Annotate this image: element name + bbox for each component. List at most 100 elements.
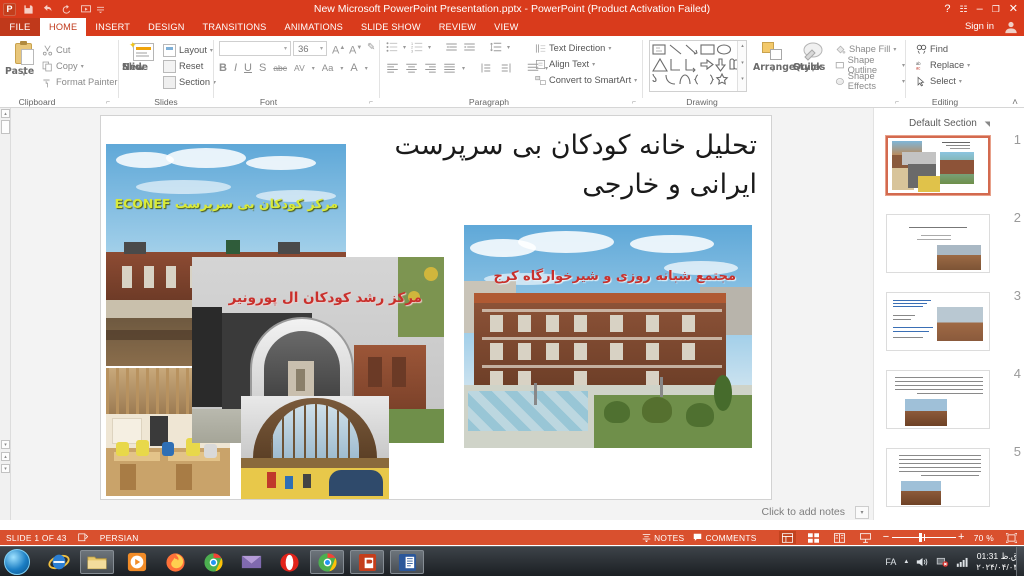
tab-design[interactable]: DESIGN <box>139 18 193 36</box>
decrease-indent-icon[interactable] <box>445 41 458 53</box>
strikethrough-button[interactable]: abc <box>273 63 287 73</box>
ribbon-display-options-button[interactable]: ☷ <box>960 0 968 18</box>
justify-icon[interactable] <box>443 62 456 74</box>
close-button[interactable]: ✕ <box>1009 0 1018 18</box>
change-case-arrow[interactable]: ▾ <box>340 65 343 72</box>
network-error-icon[interactable] <box>936 556 949 568</box>
zoom-level[interactable]: 70 % <box>974 533 994 543</box>
powerpoint-window-icon[interactable] <box>350 550 384 574</box>
zoom-in-button[interactable]: + <box>958 531 965 544</box>
zoom-slider[interactable]: − + <box>883 531 965 544</box>
language-bar[interactable]: FA <box>885 557 896 567</box>
slide-edit-area[interactable]: تحلیل خانه کودکان بی سرپرست ایرانی و خار… <box>11 108 873 520</box>
numbering-arrow[interactable]: ▾ <box>428 44 431 51</box>
shapes-gallery[interactable]: ▴ ▾ ▾ <box>649 40 747 92</box>
thumbnail-4[interactable]: 4 <box>874 366 1024 432</box>
slide-title-textbox[interactable]: تحلیل خانه کودکان بی سرپرست ایرانی و خار… <box>337 126 757 204</box>
word-window-icon[interactable] <box>390 550 424 574</box>
notes-button[interactable]: NOTES <box>642 533 684 543</box>
media-player-icon[interactable] <box>120 550 154 574</box>
align-center-icon[interactable] <box>405 62 418 74</box>
new-slide-button[interactable]: ✦ New Slide <box>122 41 162 73</box>
thumbnail-2[interactable]: 2 <box>874 210 1024 276</box>
select-arrow[interactable]: ▾ <box>959 78 962 85</box>
shapes-scroll-down-icon[interactable]: ▾ <box>738 58 747 75</box>
tab-transitions[interactable]: TRANSITIONS <box>194 18 276 36</box>
internet-explorer-icon[interactable] <box>42 550 76 574</box>
slideshow-view-button[interactable] <box>857 531 874 544</box>
bullets-icon[interactable] <box>386 41 398 53</box>
thumbnail-1-preview[interactable] <box>885 135 991 196</box>
shapes-more-icon[interactable]: ▾ <box>738 74 747 91</box>
thumbnail-3-preview[interactable] <box>886 292 990 351</box>
increase-indent-icon[interactable] <box>463 41 476 53</box>
decrease-font-size-button[interactable]: A▼ <box>349 41 362 58</box>
font-size-input[interactable]: 36 ▾ <box>293 41 327 56</box>
help-button[interactable]: ? <box>944 0 950 18</box>
reset-button[interactable]: Reset <box>163 58 216 74</box>
align-right-icon[interactable] <box>424 62 437 74</box>
cut-button[interactable]: Cut <box>42 42 117 58</box>
font-name-dropdown-arrow[interactable]: ▾ <box>284 42 287 57</box>
shapes-scroll-up-icon[interactable]: ▴ <box>738 41 747 58</box>
layout-button[interactable]: Layout ▾ <box>163 42 216 58</box>
zoom-out-button[interactable]: − <box>883 531 890 544</box>
underline-button[interactable]: U <box>244 62 252 74</box>
clock[interactable]: 01:31 ق.ظ ۲۰۲۴/۰۴/۰۴ <box>976 551 1018 573</box>
proofing-icon[interactable] <box>78 532 89 543</box>
section-button[interactable]: Section ▾ <box>163 74 216 90</box>
change-case-button[interactable]: Aa <box>322 63 334 74</box>
thumbnail-3[interactable]: 3 <box>874 288 1024 354</box>
smartart-arrow[interactable]: ▾ <box>634 77 637 84</box>
speaker-icon[interactable] <box>916 556 929 568</box>
shape-fill-arrow[interactable]: ▾ <box>893 46 896 53</box>
character-spacing-arrow[interactable]: ▾ <box>312 65 315 72</box>
restore-button[interactable]: ❐ <box>992 0 1000 18</box>
thumbnail-4-preview[interactable] <box>886 370 990 429</box>
start-orb[interactable] <box>4 549 30 575</box>
chrome-window-icon[interactable] <box>310 550 344 574</box>
paste-button[interactable]: Paste ▼ <box>5 41 43 79</box>
windows-explorer-icon[interactable] <box>80 550 114 574</box>
convert-to-smartart-button[interactable]: Convert to SmartArt ▾ <box>535 72 637 88</box>
thumbnail-2-preview[interactable] <box>886 214 990 273</box>
clipboard-dialog-launcher[interactable]: ⌐ <box>106 99 110 106</box>
shapes-gallery-scrollbar[interactable]: ▴ ▾ ▾ <box>737 41 746 91</box>
tab-view[interactable]: VIEW <box>485 18 527 36</box>
font-color-button[interactable]: A <box>350 62 357 74</box>
chrome-icon[interactable] <box>196 550 230 574</box>
notes-expand-button[interactable]: ▾ <box>855 506 869 519</box>
italic-button[interactable]: I <box>234 62 237 74</box>
notes-pane[interactable]: Click to add notes ▾ <box>11 505 873 520</box>
columns-rtl-icon[interactable] <box>499 62 512 74</box>
scroll-thumb-box[interactable] <box>1 120 10 134</box>
vaulted-hall-interior-photo[interactable] <box>241 396 389 499</box>
slide-counter[interactable]: SLIDE 1 OF 43 <box>6 533 67 543</box>
copy-dropdown-arrow[interactable]: ▾ <box>81 63 84 70</box>
numbering-icon[interactable]: 123 <box>411 41 423 53</box>
minimize-button[interactable]: – <box>977 0 983 18</box>
opera-icon[interactable] <box>272 550 306 574</box>
normal-view-button[interactable] <box>778 531 796 544</box>
bold-button[interactable]: B <box>219 62 227 74</box>
line-spacing-arrow[interactable]: ▾ <box>507 44 510 51</box>
show-desktop-button[interactable] <box>1016 547 1024 576</box>
columns-ltr-icon[interactable] <box>480 62 493 74</box>
sign-in-link[interactable]: Sign in <box>965 18 994 36</box>
reading-view-button[interactable] <box>831 531 848 544</box>
section-header[interactable]: Default Section ◥ <box>874 118 1024 129</box>
justify-arrow[interactable]: ▾ <box>462 65 465 72</box>
tab-home[interactable]: HOME <box>40 18 87 36</box>
next-slide-button[interactable]: ▾ <box>1 464 10 473</box>
text-direction-arrow[interactable]: ▾ <box>608 45 611 52</box>
line-spacing-icon[interactable] <box>490 41 502 53</box>
font-size-dropdown-arrow[interactable]: ▾ <box>320 42 323 57</box>
current-slide[interactable]: تحلیل خانه کودکان بی سرپرست ایرانی و خار… <box>100 115 772 500</box>
clear-formatting-icon[interactable]: ✎ <box>367 41 375 55</box>
slide-thumbnail-pane[interactable]: Default Section ◥ 1 2 3 4 5 <box>873 108 1024 520</box>
signal-bars-icon[interactable] <box>956 556 969 568</box>
replace-button[interactable]: ab ac Replace ▾ <box>916 57 970 73</box>
quick-styles-button[interactable]: Quick Styles ▾ <box>793 41 833 75</box>
increase-font-size-button[interactable]: A▲ <box>332 41 345 58</box>
tab-file[interactable]: FILE <box>0 18 40 36</box>
